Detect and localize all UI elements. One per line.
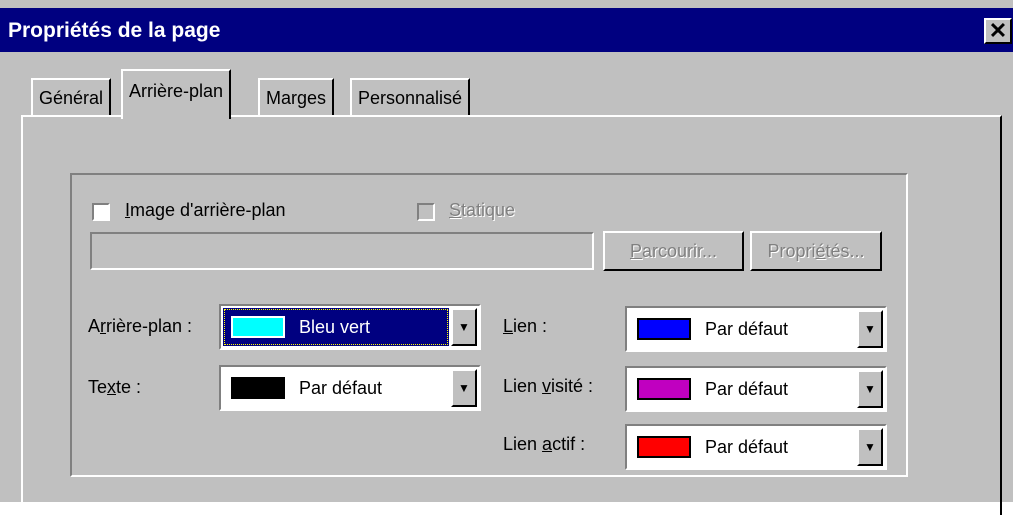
tab-margins[interactable]: Marges [258, 78, 335, 116]
close-icon: ✕ [988, 18, 1008, 43]
tab-background-label: Arrière-plan [129, 80, 224, 101]
tab-custom-label: Personnalisé [358, 87, 463, 108]
tab-general[interactable]: Général [31, 78, 112, 116]
tab-margins-label: Marges [266, 87, 327, 108]
tab-custom[interactable]: Personnalisé [350, 78, 471, 116]
tab-panel [21, 115, 1002, 515]
tab-general-label: Général [39, 87, 104, 108]
tab-background[interactable]: Arrière-plan [121, 69, 232, 119]
close-button[interactable]: ✕ [984, 18, 1012, 44]
dialog-title: Propriétés de la page [8, 19, 221, 42]
dialog-window: Propriétés de la page ✕ Général Arrière-… [0, 0, 1013, 515]
